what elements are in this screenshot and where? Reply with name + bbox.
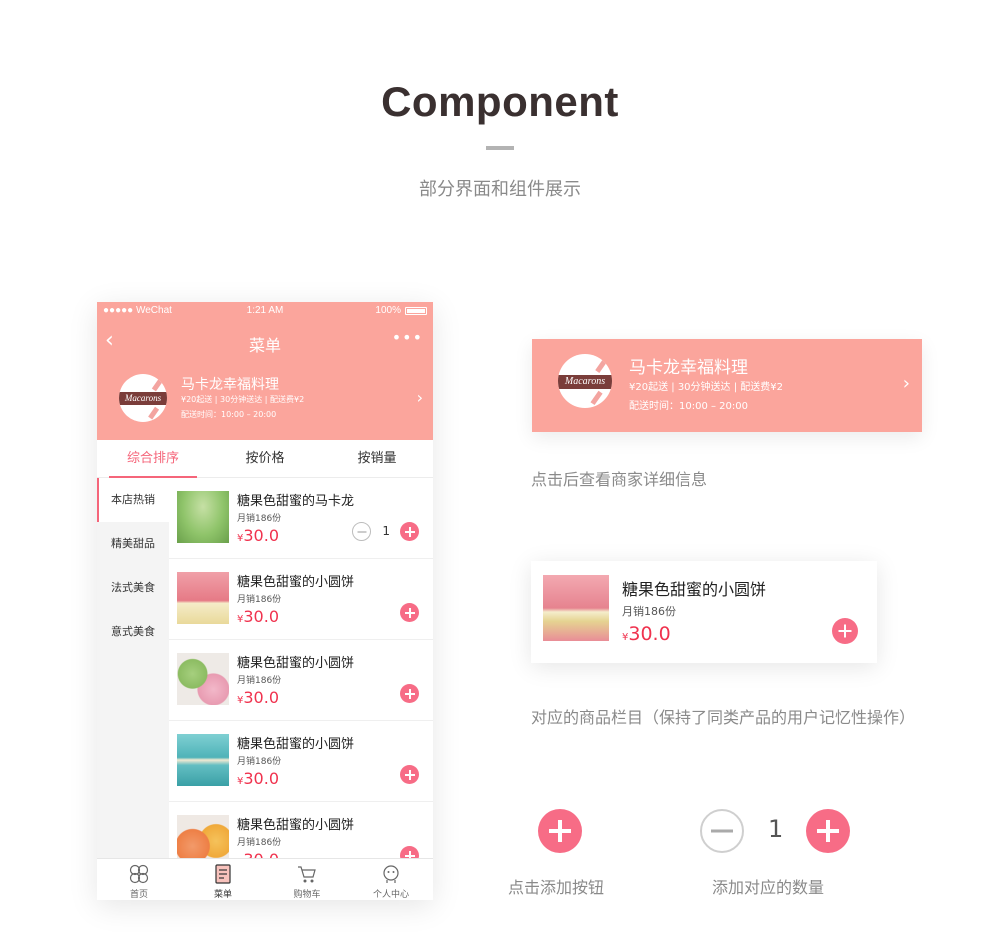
product-name: 糖果色甜蜜的小圆饼 bbox=[237, 656, 355, 671]
category-item-desserts[interactable]: 精美甜品 bbox=[97, 522, 169, 566]
shop-logo: Macarons bbox=[119, 374, 167, 422]
quantity-value: 1 bbox=[768, 815, 784, 843]
bottom-tab-bar: 首页 菜单 购物车 个人中心 bbox=[97, 858, 433, 900]
stepper-caption: 添加对应的数量 bbox=[712, 878, 825, 897]
tab-profile[interactable]: 个人中心 bbox=[349, 859, 433, 900]
more-icon[interactable]: ••• bbox=[392, 328, 423, 347]
product-row: 糖果色甜蜜的小圆饼 月销186份 ¥30.0 bbox=[169, 721, 433, 802]
product-image bbox=[177, 572, 229, 624]
product-name: 糖果色甜蜜的小圆饼 bbox=[237, 818, 355, 833]
tab-home[interactable]: 首页 bbox=[97, 859, 181, 900]
add-button-large[interactable] bbox=[538, 809, 582, 853]
shop-header[interactable]: Macarons 马卡龙幸福料理 ¥20起送 | 30分钟送达 | 配送费¥2 … bbox=[97, 362, 433, 440]
page-subtitle: 部分界面和组件展示 bbox=[419, 179, 581, 200]
product-price: ¥30.0 bbox=[237, 607, 279, 626]
category-item-hot[interactable]: 本店热销 bbox=[97, 478, 169, 522]
tab-menu[interactable]: 菜单 bbox=[181, 859, 265, 900]
product-row: 糖果色甜蜜的马卡龙 月销186份 ¥30.0 1 bbox=[169, 478, 433, 559]
product-image bbox=[177, 734, 229, 786]
decrease-button[interactable] bbox=[352, 522, 371, 541]
shop-meta: ¥20起送 | 30分钟送达 | 配送费¥2 bbox=[629, 382, 783, 393]
menu-book-icon bbox=[215, 864, 231, 884]
sort-tabs: 综合排序 按价格 按销量 bbox=[97, 440, 433, 478]
product-price: ¥30.0 bbox=[237, 688, 279, 707]
product-name: 糖果色甜蜜的小圆饼 bbox=[237, 737, 355, 752]
product-price: ¥30.0 bbox=[237, 769, 279, 788]
add-button[interactable] bbox=[832, 618, 858, 644]
add-button[interactable] bbox=[400, 846, 419, 858]
product-image bbox=[177, 491, 229, 543]
shop-header-caption: 点击后查看商家详细信息 bbox=[531, 470, 708, 489]
product-image bbox=[543, 575, 609, 641]
tab-cart-label: 购物车 bbox=[293, 890, 321, 900]
add-button[interactable] bbox=[400, 765, 419, 784]
add-button[interactable] bbox=[400, 684, 419, 703]
product-list: 糖果色甜蜜的马卡龙 月销186份 ¥30.0 1 糖果色甜蜜的小圆饼 月销186… bbox=[169, 478, 433, 858]
clover-icon bbox=[129, 864, 149, 884]
chevron-right-icon[interactable]: › bbox=[417, 388, 423, 407]
product-name: 糖果色甜蜜的马卡龙 bbox=[237, 494, 355, 509]
tab-profile-label: 个人中心 bbox=[372, 890, 409, 900]
user-face-icon bbox=[383, 865, 399, 883]
chevron-right-icon[interactable]: › bbox=[903, 373, 910, 394]
product-sales: 月销186份 bbox=[622, 605, 676, 618]
increase-button-large[interactable] bbox=[806, 809, 850, 853]
battery-percent: 100% bbox=[375, 305, 401, 316]
phone-mockup: ●●●●● WeChat 1:21 AM 100% ‹ 菜单 ••• Macar… bbox=[97, 302, 433, 900]
product-sales: 月销186份 bbox=[237, 757, 282, 767]
product-item-component: 糖果色甜蜜的小圆饼 月销186份 ¥30.0 bbox=[531, 561, 877, 663]
category-sidebar: 本店热销 精美甜品 法式美食 意式美食 bbox=[97, 478, 169, 858]
product-sales: 月销186份 bbox=[237, 838, 282, 848]
add-button[interactable] bbox=[400, 603, 419, 622]
product-image bbox=[177, 653, 229, 705]
title-divider bbox=[486, 146, 514, 150]
tab-sort-by-sales[interactable]: 按销量 bbox=[321, 440, 433, 478]
nav-title: 菜单 bbox=[248, 336, 281, 355]
shop-name: 马卡龙幸福料理 bbox=[629, 358, 748, 378]
shop-delivery-time: 配送时间：10:00 – 20:00 bbox=[181, 410, 277, 419]
tab-sort-by-price[interactable]: 按价格 bbox=[209, 440, 321, 478]
quantity-value: 1 bbox=[382, 524, 390, 538]
product-item-caption: 对应的商品栏目（保持了同类产品的用户记忆性操作） bbox=[531, 708, 916, 727]
tab-cart[interactable]: 购物车 bbox=[265, 859, 349, 900]
nav-bar: ‹ 菜单 ••• bbox=[97, 320, 433, 362]
product-price: ¥30.0 bbox=[237, 850, 279, 858]
page-title: Component bbox=[381, 78, 619, 125]
product-sales: 月销186份 bbox=[237, 676, 282, 686]
tab-comprehensive-sort[interactable]: 综合排序 bbox=[97, 440, 209, 478]
status-bar: ●●●●● WeChat 1:21 AM 100% bbox=[97, 302, 433, 320]
shop-header-component[interactable]: Macarons 马卡龙幸福料理 ¥20起送 | 30分钟送达 | 配送费¥2 … bbox=[532, 339, 922, 432]
battery-icon bbox=[405, 307, 427, 315]
product-row: 糖果色甜蜜的小圆饼 月销186份 ¥30.0 bbox=[169, 559, 433, 640]
shop-logo-text: Macarons bbox=[119, 392, 167, 405]
product-sales: 月销186份 bbox=[237, 595, 282, 605]
product-image bbox=[177, 815, 229, 858]
shop-delivery-time: 配送时间：10:00 – 20:00 bbox=[629, 401, 748, 412]
tab-menu-label: 菜单 bbox=[213, 890, 232, 900]
add-button-caption: 点击添加按钮 bbox=[508, 878, 605, 897]
product-name: 糖果色甜蜜的小圆饼 bbox=[237, 575, 355, 590]
shop-meta: ¥20起送 | 30分钟送达 | 配送费¥2 bbox=[181, 395, 305, 404]
cart-icon bbox=[298, 866, 316, 883]
product-price: ¥30.0 bbox=[237, 526, 279, 545]
shop-logo: Macarons bbox=[558, 354, 612, 408]
product-row: 糖果色甜蜜的小圆饼 月销186份 ¥30.0 bbox=[169, 640, 433, 721]
category-item-italian[interactable]: 意式美食 bbox=[97, 610, 169, 654]
category-item-french[interactable]: 法式美食 bbox=[97, 566, 169, 610]
product-name: 糖果色甜蜜的小圆饼 bbox=[622, 580, 767, 599]
decrease-button-large[interactable] bbox=[700, 809, 744, 853]
add-button[interactable] bbox=[400, 522, 419, 541]
product-row: 糖果色甜蜜的小圆饼 月销186份 ¥30.0 bbox=[169, 802, 433, 858]
shop-name: 马卡龙幸福料理 bbox=[181, 377, 279, 393]
product-sales: 月销186份 bbox=[237, 514, 282, 524]
tab-home-label: 首页 bbox=[129, 890, 148, 900]
product-price: ¥30.0 bbox=[622, 623, 671, 645]
shop-logo-text: Macarons bbox=[558, 374, 612, 389]
